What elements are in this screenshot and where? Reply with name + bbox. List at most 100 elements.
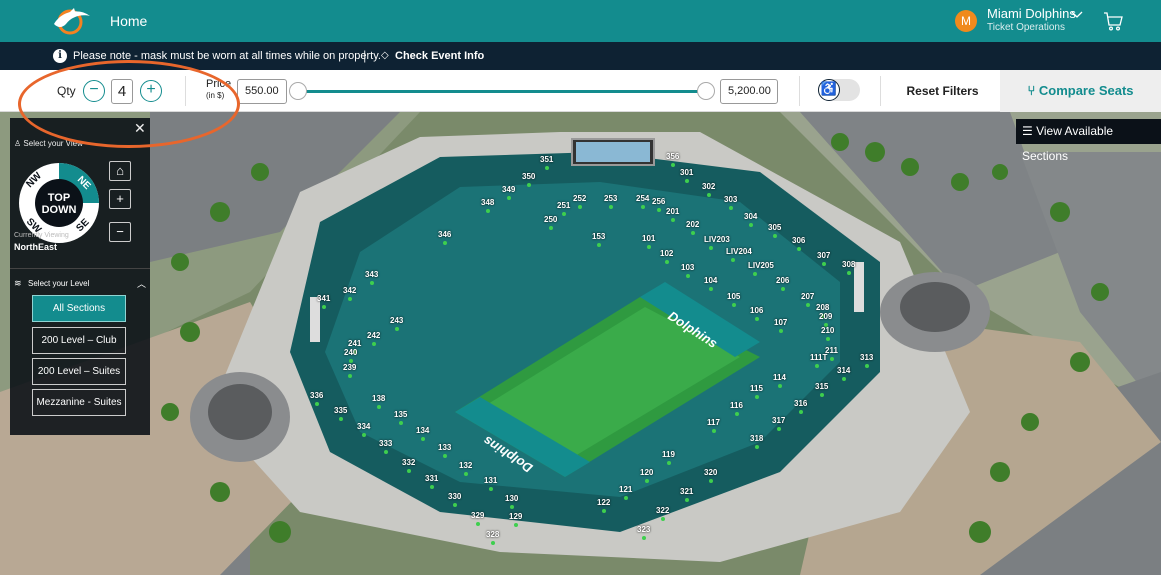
section-available-dot[interactable] [657, 208, 661, 212]
section-label[interactable]: 328 [486, 530, 499, 539]
section-available-dot[interactable] [491, 541, 495, 545]
section-available-dot[interactable] [549, 226, 553, 230]
section-available-dot[interactable] [830, 357, 834, 361]
section-label[interactable]: 135 [394, 410, 407, 419]
section-available-dot[interactable] [348, 374, 352, 378]
section-available-dot[interactable] [399, 421, 403, 425]
section-label[interactable]: 250 [544, 215, 557, 224]
section-available-dot[interactable] [709, 246, 713, 250]
section-available-dot[interactable] [545, 166, 549, 170]
section-label[interactable]: 133 [438, 443, 451, 452]
section-label[interactable]: 333 [379, 439, 392, 448]
section-available-dot[interactable] [322, 305, 326, 309]
section-label[interactable]: 334 [357, 422, 370, 431]
section-available-dot[interactable] [686, 274, 690, 278]
section-label[interactable]: 201 [666, 207, 679, 216]
section-available-dot[interactable] [562, 212, 566, 216]
section-available-dot[interactable] [609, 205, 613, 209]
section-available-dot[interactable] [661, 517, 665, 521]
section-label[interactable]: 356 [666, 152, 679, 161]
section-label[interactable]: 348 [481, 198, 494, 207]
section-available-dot[interactable] [642, 536, 646, 540]
section-label[interactable]: 242 [367, 331, 380, 340]
section-available-dot[interactable] [464, 472, 468, 476]
section-label[interactable]: 120 [640, 468, 653, 477]
section-available-dot[interactable] [755, 395, 759, 399]
section-label[interactable]: 138 [372, 394, 385, 403]
section-label[interactable]: 153 [592, 232, 605, 241]
section-available-dot[interactable] [799, 410, 803, 414]
section-available-dot[interactable] [665, 260, 669, 264]
section-available-dot[interactable] [489, 487, 493, 491]
section-available-dot[interactable] [781, 287, 785, 291]
section-available-dot[interactable] [527, 183, 531, 187]
section-available-dot[interactable] [806, 303, 810, 307]
section-label[interactable]: 331 [425, 474, 438, 483]
section-label[interactable]: 111T [810, 353, 827, 362]
price-slider-track[interactable] [297, 90, 707, 93]
section-label[interactable]: LIV204 [726, 247, 752, 256]
section-label[interactable]: 243 [390, 316, 403, 325]
section-label[interactable]: 303 [724, 195, 737, 204]
section-available-dot[interactable] [348, 297, 352, 301]
section-available-dot[interactable] [339, 417, 343, 421]
section-available-dot[interactable] [486, 209, 490, 213]
level-mezzanine-suites-button[interactable]: Mezzanine - Suites [32, 389, 126, 416]
cart-icon[interactable] [1102, 10, 1124, 32]
section-available-dot[interactable] [707, 193, 711, 197]
price-max-input[interactable]: 5,200.00 [720, 79, 778, 104]
section-label[interactable]: 313 [860, 353, 873, 362]
dolphins-logo-icon[interactable] [50, 6, 94, 36]
section-available-dot[interactable] [820, 393, 824, 397]
section-available-dot[interactable] [731, 258, 735, 262]
section-label[interactable]: 115 [750, 384, 763, 393]
view-available-sections-button[interactable]: ☰ View Available Sections [1016, 119, 1161, 163]
section-available-dot[interactable] [842, 377, 846, 381]
section-label[interactable]: 104 [704, 276, 717, 285]
section-label[interactable]: 320 [704, 468, 717, 477]
section-available-dot[interactable] [602, 509, 606, 513]
section-available-dot[interactable] [370, 281, 374, 285]
section-available-dot[interactable] [667, 461, 671, 465]
section-available-dot[interactable] [778, 384, 782, 388]
section-available-dot[interactable] [691, 231, 695, 235]
reset-filters-button[interactable]: Reset Filters [890, 70, 995, 112]
section-available-dot[interactable] [430, 485, 434, 489]
section-available-dot[interactable] [372, 342, 376, 346]
section-available-dot[interactable] [407, 469, 411, 473]
section-available-dot[interactable] [753, 272, 757, 276]
section-label[interactable]: 105 [727, 292, 740, 301]
section-label[interactable]: 239 [343, 363, 356, 372]
level-all-sections-button[interactable]: All Sections [32, 295, 126, 322]
section-available-dot[interactable] [773, 234, 777, 238]
section-available-dot[interactable] [735, 412, 739, 416]
section-available-dot[interactable] [671, 163, 675, 167]
section-available-dot[interactable] [685, 179, 689, 183]
section-label[interactable]: 116 [730, 401, 743, 410]
section-label[interactable]: 254 [636, 194, 649, 203]
section-available-dot[interactable] [476, 522, 480, 526]
section-label[interactable]: 315 [815, 382, 828, 391]
section-available-dot[interactable] [510, 505, 514, 509]
home-link[interactable]: Home [110, 13, 147, 29]
section-available-dot[interactable] [822, 262, 826, 266]
section-available-dot[interactable] [749, 223, 753, 227]
section-label[interactable]: 130 [505, 494, 518, 503]
section-label[interactable]: 322 [656, 506, 669, 515]
section-available-dot[interactable] [453, 503, 457, 507]
section-available-dot[interactable] [624, 496, 628, 500]
section-available-dot[interactable] [647, 245, 651, 249]
section-label[interactable]: 332 [402, 458, 415, 467]
section-label[interactable]: 210 [821, 326, 834, 335]
section-available-dot[interactable] [362, 433, 366, 437]
section-label[interactable]: 314 [837, 366, 850, 375]
section-available-dot[interactable] [578, 205, 582, 209]
section-label[interactable]: 256 [652, 197, 665, 206]
section-label[interactable]: 122 [597, 498, 610, 507]
section-label[interactable]: 323 [637, 525, 650, 534]
section-label[interactable]: 349 [502, 185, 515, 194]
section-label[interactable]: 316 [794, 399, 807, 408]
price-slider-max-handle[interactable] [697, 82, 715, 100]
section-label[interactable]: 129 [509, 512, 522, 521]
chevron-down-icon[interactable] [1071, 10, 1083, 20]
